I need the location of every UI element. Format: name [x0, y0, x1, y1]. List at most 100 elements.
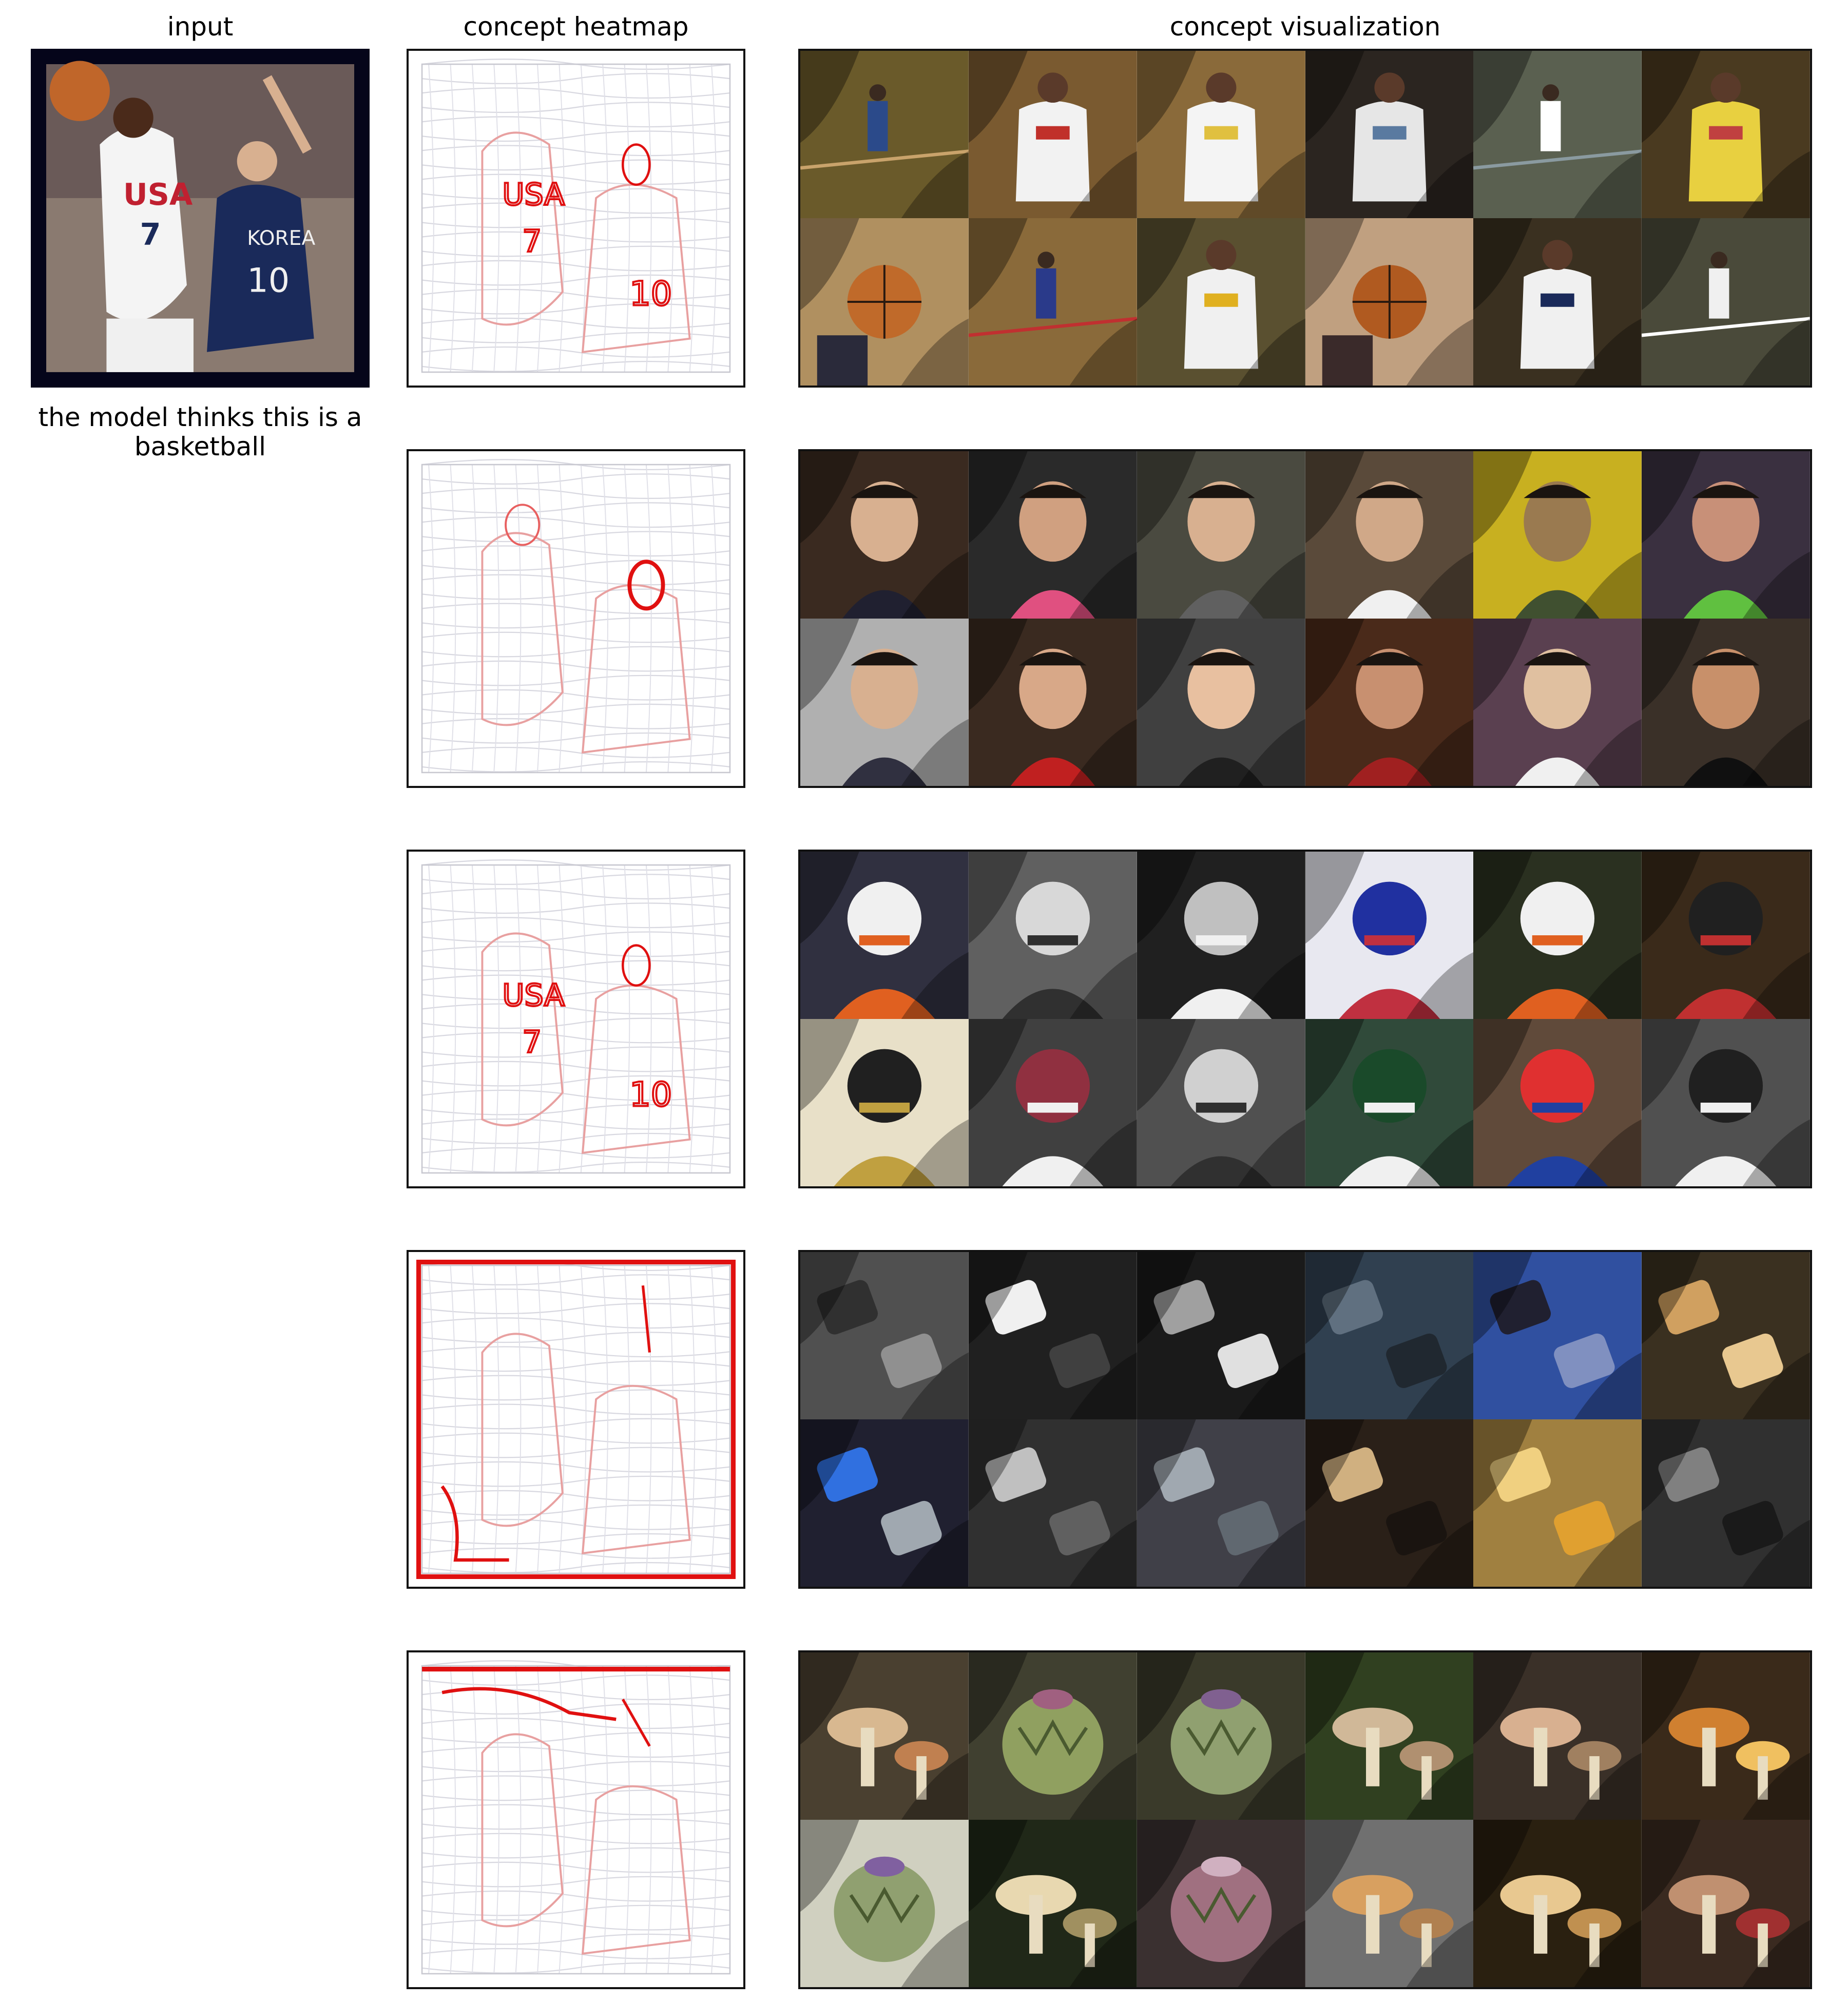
concept-patch-1-12: [1642, 218, 1810, 386]
concept-patch-5-8: [968, 1820, 1137, 1987]
left-jersey-number: 7: [140, 217, 161, 252]
helmet-patch-icon: [1473, 852, 1642, 1019]
concept-patch-3-3: [1137, 852, 1305, 1019]
concept-patch-3-11: [1473, 1019, 1642, 1186]
concept-patch-1-5: [1473, 51, 1642, 218]
artichoke-patch-icon: [1137, 1652, 1305, 1820]
keys-patch-icon: [968, 1252, 1137, 1419]
artichoke-patch-icon: [800, 1820, 969, 1987]
svg-text:10: 10: [629, 275, 672, 314]
keys-patch-icon: [1137, 1419, 1305, 1587]
player-patch-icon: [1137, 218, 1305, 386]
mushroom-patch-icon: [1642, 1820, 1810, 1987]
helmet-patch-icon: [1642, 852, 1810, 1019]
face-patch-icon: [1305, 451, 1474, 619]
court-patch-icon: [1473, 51, 1642, 218]
concept-visualization-1: [798, 49, 1812, 388]
concept-patch-1-10: [1305, 218, 1474, 386]
right-jersey-team: KOREA: [247, 227, 315, 250]
face-patch-icon: [968, 451, 1137, 619]
face-patch-icon: [1642, 619, 1810, 786]
player-patch-icon: [968, 51, 1137, 218]
basketball-players-photo: USA 7 KOREA 10: [33, 51, 368, 386]
face-patch-icon: [1473, 619, 1642, 786]
concept-patch-2-11: [1473, 619, 1642, 786]
concept-patch-1-8: [968, 218, 1137, 386]
face-patch-icon: [968, 619, 1137, 786]
concept-visualization-2: [798, 449, 1812, 788]
concept-patch-5-3: [1137, 1652, 1305, 1820]
helmet-patch-icon: [1305, 1019, 1474, 1186]
keys-patch-icon: [800, 1252, 969, 1419]
concept-patch-1-1: [800, 51, 969, 218]
concept-visualization-4: [798, 1250, 1812, 1589]
concept-patch-2-8: [968, 619, 1137, 786]
helmet-patch-icon: [968, 1019, 1137, 1186]
ball-patch-icon: [1305, 218, 1474, 386]
concept-patch-2-6: [1642, 451, 1810, 619]
player-patch-icon: [1137, 51, 1305, 218]
concept-patch-3-4: [1305, 852, 1474, 1019]
concept-patch-1-11: [1473, 218, 1642, 386]
face-patch-icon: [800, 451, 969, 619]
helmet-patch-icon: [1642, 1019, 1810, 1186]
concept-visualization-5: [798, 1650, 1812, 1989]
concept-patch-5-2: [968, 1652, 1137, 1820]
keys-patch-icon: [1137, 1252, 1305, 1419]
concept-patch-4-5: [1473, 1252, 1642, 1419]
face-patch-icon: [1642, 451, 1810, 619]
mushroom-patch-icon: [1473, 1652, 1642, 1820]
concept-patch-3-6: [1642, 852, 1810, 1019]
concept-patch-5-4: [1305, 1652, 1474, 1820]
concept-patch-2-4: [1305, 451, 1474, 619]
helmet-patch-icon: [800, 852, 969, 1019]
concept-patch-2-7: [800, 619, 969, 786]
heatmap-image: USA 7 10: [409, 852, 743, 1186]
concept-patch-3-2: [968, 852, 1137, 1019]
concept-patch-3-8: [968, 1019, 1137, 1186]
mushroom-patch-icon: [968, 1820, 1137, 1987]
keys-patch-icon: [1642, 1252, 1810, 1419]
concept-patch-1-7: [800, 218, 969, 386]
mushroom-patch-icon: [800, 1652, 969, 1820]
concept-heatmap-1: USA 7 10: [407, 49, 745, 388]
concept-patch-3-7: [800, 1019, 969, 1186]
concept-patch-5-6: [1642, 1652, 1810, 1820]
face-patch-icon: [800, 619, 969, 786]
concept-visualization-3: [798, 850, 1812, 1188]
keys-patch-icon: [1305, 1419, 1474, 1587]
keys-patch-icon: [1305, 1252, 1474, 1419]
concept-heatmap-3: USA 7 10: [407, 850, 745, 1188]
concept-patch-5-7: [800, 1820, 969, 1987]
concept-patch-3-5: [1473, 852, 1642, 1019]
helmet-patch-icon: [1305, 852, 1474, 1019]
concept-patch-3-12: [1642, 1019, 1810, 1186]
concept-patch-4-2: [968, 1252, 1137, 1419]
helmet-patch-icon: [800, 1019, 969, 1186]
concept-patch-3-9: [1137, 1019, 1305, 1186]
helmet-patch-icon: [1137, 852, 1305, 1019]
court-patch-icon: [800, 51, 969, 218]
concept-patch-4-9: [1137, 1419, 1305, 1587]
concept-patch-1-3: [1137, 51, 1305, 218]
helmet-patch-icon: [1473, 1019, 1642, 1186]
svg-text:USA: USA: [503, 177, 565, 212]
prediction-caption: the model thinks this is a basketball: [38, 402, 362, 461]
concept-patch-4-1: [800, 1252, 969, 1419]
concept-heatmap-4: [407, 1250, 745, 1589]
concept-patch-5-12: [1642, 1820, 1810, 1987]
concept-patch-4-4: [1305, 1252, 1474, 1419]
input-header: input: [167, 12, 234, 42]
player-patch-icon: [1305, 51, 1474, 218]
concept-patch-1-4: [1305, 51, 1474, 218]
concept-patch-5-9: [1137, 1820, 1305, 1987]
mushroom-patch-icon: [1473, 1820, 1642, 1987]
keys-patch-icon: [1473, 1419, 1642, 1587]
right-jersey-number: 10: [247, 261, 290, 300]
concept-heatmap-5: [407, 1650, 745, 1989]
concept-patch-2-1: [800, 451, 969, 619]
concept-patch-4-3: [1137, 1252, 1305, 1419]
face-patch-icon: [1137, 619, 1305, 786]
concept-patch-1-9: [1137, 218, 1305, 386]
mushroom-patch-icon: [1305, 1820, 1474, 1987]
